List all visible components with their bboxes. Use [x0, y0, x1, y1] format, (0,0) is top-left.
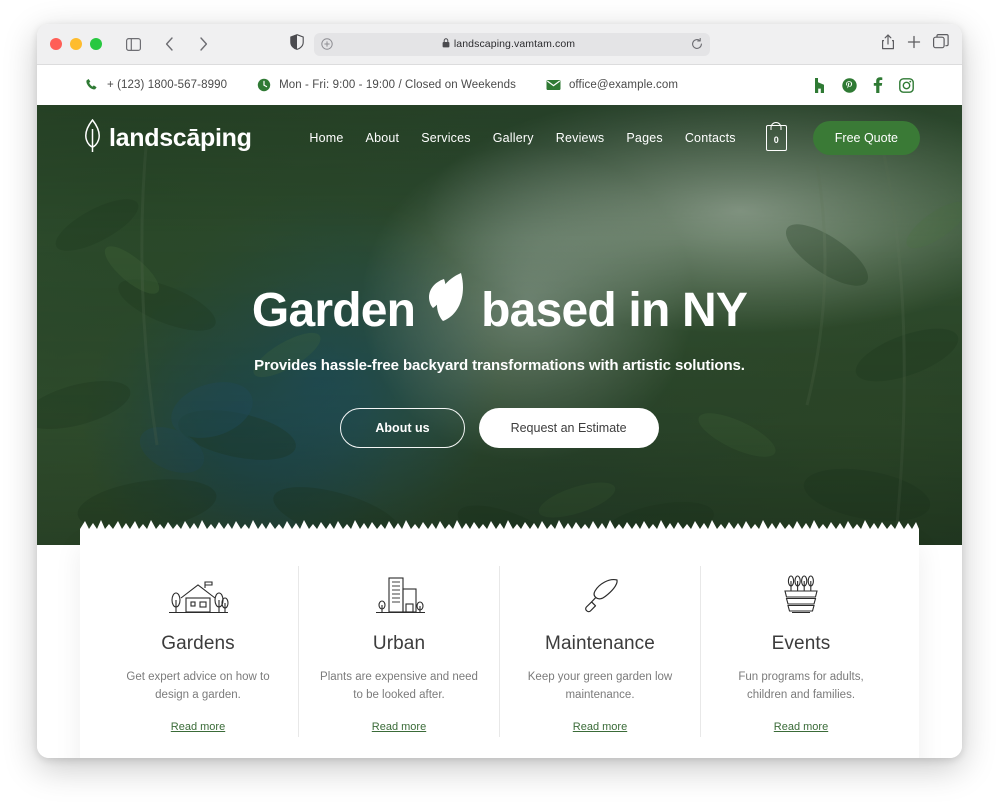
garden-house-icon — [116, 574, 280, 618]
chevron-left-icon[interactable] — [156, 31, 182, 57]
minimize-window-button[interactable] — [70, 38, 82, 50]
phone-icon — [85, 78, 99, 92]
service-card-urban[interactable]: Urban Plants are expensive and need to b… — [299, 566, 500, 737]
hero-buttons: About us Request an Estimate — [37, 408, 962, 448]
logo-text: landscāping — [109, 123, 252, 152]
read-more-link[interactable]: Read more — [774, 721, 828, 733]
nav-item-contacts[interactable]: Contacts — [685, 131, 736, 145]
request-estimate-button[interactable]: Request an Estimate — [478, 408, 659, 448]
social-links — [813, 77, 914, 93]
chevron-right-icon[interactable] — [190, 31, 216, 57]
hero-content: Garden based in NY Provides hassle-free … — [37, 273, 962, 448]
service-description: Fun programs for adults, children and fa… — [738, 671, 864, 702]
hero-subheadline: Provides hassle-free backyard transforma… — [254, 357, 745, 374]
free-quote-button[interactable]: Free Quote — [812, 121, 920, 155]
service-description: Keep your green garden low maintenance. — [527, 671, 673, 702]
clock-icon — [257, 78, 271, 92]
cart-count: 0 — [773, 135, 779, 145]
about-us-button[interactable]: About us — [340, 408, 465, 448]
bag-handle — [770, 122, 782, 130]
plus-icon[interactable] — [907, 35, 921, 54]
website-content: + (123) 1800-567-8990 Mon - Fri: 9:00 - … — [37, 65, 962, 758]
nav-item-about[interactable]: About — [366, 131, 400, 145]
site-logo[interactable]: landscāping — [83, 118, 252, 158]
pinterest-icon[interactable] — [842, 77, 857, 93]
browser-nav-arrows — [156, 31, 216, 57]
service-title: Maintenance — [545, 633, 655, 654]
read-more-link[interactable]: Read more — [573, 721, 627, 733]
phone-number: + (123) 1800-567-8990 — [107, 79, 228, 91]
address-bar-area: landscaping.vamtam.com — [289, 32, 710, 56]
service-title: Events — [771, 633, 831, 654]
phone-info[interactable]: + (123) 1800-567-8990 — [85, 78, 227, 92]
houzz-icon[interactable] — [813, 77, 826, 93]
browser-toolbar-right — [881, 33, 949, 55]
service-title: Urban — [372, 633, 426, 654]
headline-part-left: Garden — [251, 283, 416, 337]
lock-icon — [442, 37, 450, 51]
read-more-link[interactable]: Read more — [372, 721, 426, 733]
leaf-icon — [417, 267, 479, 338]
hero-section: landscāping Home About Services Gallery … — [37, 105, 962, 545]
browser-window: landscaping.vamtam.com + (123) 1800-567-… — [37, 24, 962, 758]
email-address: office@example.com — [568, 79, 679, 91]
url-input[interactable]: landscaping.vamtam.com — [313, 32, 710, 56]
service-card-events[interactable]: Events Fun programs for adults, children… — [701, 566, 901, 737]
site-navbar: landscāping Home About Services Gallery … — [37, 105, 962, 171]
grass-edge-decoration — [80, 520, 919, 536]
email-info[interactable]: office@example.com — [546, 79, 678, 91]
business-hours: Mon - Fri: 9:00 - 19:00 / Closed on Week… — [279, 79, 516, 91]
service-card-gardens[interactable]: Gardens Get expert advice on how to desi… — [98, 566, 299, 737]
service-description: Get expert advice on how to design a gar… — [126, 671, 270, 702]
share-icon[interactable] — [881, 33, 895, 55]
nav-item-reviews[interactable]: Reviews — [556, 131, 605, 145]
service-card-maintenance[interactable]: Maintenance Keep your green garden low m… — [500, 566, 701, 737]
url-label: landscaping.vamtam.com — [453, 38, 576, 50]
planter-box-icon — [719, 574, 883, 618]
hours-info: Mon - Fri: 9:00 - 19:00 / Closed on Week… — [257, 78, 516, 92]
city-building-icon — [317, 574, 481, 618]
shield-icon[interactable] — [289, 33, 304, 55]
envelope-icon — [546, 79, 561, 91]
leaf-logo-icon — [83, 118, 102, 158]
url-text-container: landscaping.vamtam.com — [327, 37, 691, 51]
top-info-bar: + (123) 1800-567-8990 Mon - Fri: 9:00 - … — [37, 65, 962, 105]
read-more-link[interactable]: Read more — [171, 721, 225, 733]
close-window-button[interactable] — [50, 38, 62, 50]
services-panel-wrapper: Gardens Get expert advice on how to desi… — [80, 520, 919, 758]
reload-icon[interactable] — [691, 38, 703, 50]
window-traffic-lights — [50, 38, 102, 50]
nav-item-services[interactable]: Services — [421, 131, 471, 145]
nav-item-home[interactable]: Home — [309, 131, 343, 145]
service-description: Plants are expensive and need to be look… — [320, 671, 478, 702]
headline-part-right: based in NY — [481, 283, 748, 337]
hero-headline: Garden based in NY — [251, 273, 748, 346]
nav-item-gallery[interactable]: Gallery — [493, 131, 534, 145]
tabs-overview-icon[interactable] — [933, 34, 949, 54]
maximize-window-button[interactable] — [90, 38, 102, 50]
sidebar-icon[interactable] — [120, 31, 146, 57]
nav-item-pages[interactable]: Pages — [626, 131, 662, 145]
main-menu: Home About Services Gallery Reviews Page… — [309, 121, 920, 155]
browser-titlebar: landscaping.vamtam.com — [37, 24, 962, 65]
services-panel: Gardens Get expert advice on how to desi… — [80, 536, 919, 758]
service-title: Gardens — [161, 633, 235, 654]
trowel-icon — [518, 574, 682, 618]
facebook-icon[interactable] — [873, 77, 883, 93]
instagram-icon[interactable] — [899, 77, 914, 93]
shopping-bag-icon[interactable]: 0 — [765, 122, 787, 151]
